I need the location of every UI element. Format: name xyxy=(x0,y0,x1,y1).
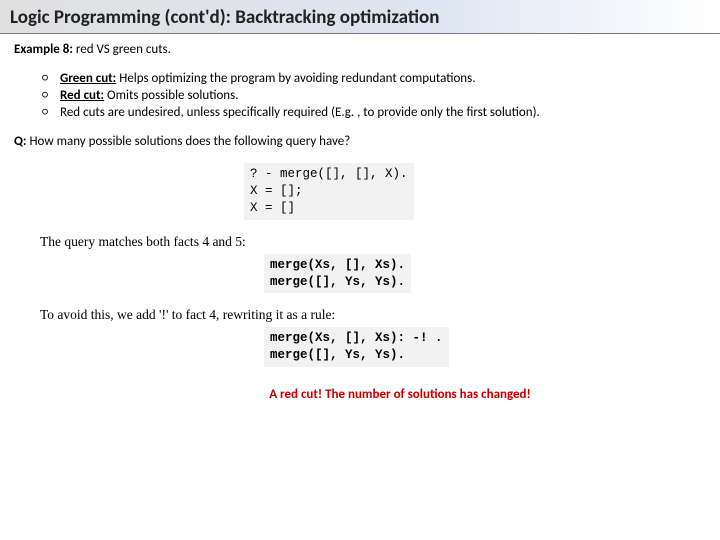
code-rewrite: merge(Xs, [], Xs): -! . merge([], Ys, Ys… xyxy=(264,327,449,367)
code-facts: merge(Xs, [], Xs). merge([], Ys, Ys). xyxy=(264,254,411,294)
bullet-red-cut: Red cut: Omits possible solutions. xyxy=(42,88,706,103)
para-matches: The query matches both facts 4 and 5: xyxy=(40,234,706,250)
bullet-label: Green cut: xyxy=(60,71,116,86)
code-wrap-3: merge(Xs, [], Xs): -! . merge([], Ys, Ys… xyxy=(14,327,706,381)
code-wrap-1: ? - merge([], [], X). X = []; X = [] xyxy=(14,163,706,234)
red-cut-note: A red cut! The number of solutions has c… xyxy=(14,387,706,402)
example-text: red VS green cuts. xyxy=(73,42,171,57)
code-query: ? - merge([], [], X). X = []; X = [] xyxy=(244,163,414,220)
bullet-list: Green cut: Helps optimizing the program … xyxy=(14,71,706,120)
slide-title: Logic Programming (cont'd): Backtracking… xyxy=(10,6,710,29)
bullet-green-cut: Green cut: Helps optimizing the program … xyxy=(42,71,706,86)
example-label: Example 8: xyxy=(14,42,73,57)
bullet-text: Omits possible solutions. xyxy=(104,88,238,103)
question-line: Q: How many possible solutions does the … xyxy=(14,134,706,149)
question-text: How many possible solutions does the fol… xyxy=(27,134,351,149)
bullet-text: Helps optimizing the program by avoiding… xyxy=(116,71,475,86)
title-bar: Logic Programming (cont'd): Backtracking… xyxy=(0,0,720,34)
question-label: Q: xyxy=(14,134,27,149)
para-avoid: To avoid this, we add '!' to fact 4, rew… xyxy=(40,307,706,323)
code-wrap-2: merge(Xs, [], Xs). merge([], Ys, Ys). xyxy=(14,254,706,308)
bullet-text: Red cuts are undesired, unless specifica… xyxy=(60,105,540,120)
example-line: Example 8: red VS green cuts. xyxy=(14,42,706,57)
slide-content: Example 8: red VS green cuts. Green cut:… xyxy=(0,34,720,410)
bullet-label: Red cut: xyxy=(60,88,104,103)
bullet-red-cut-note: Red cuts are undesired, unless specifica… xyxy=(42,105,706,120)
